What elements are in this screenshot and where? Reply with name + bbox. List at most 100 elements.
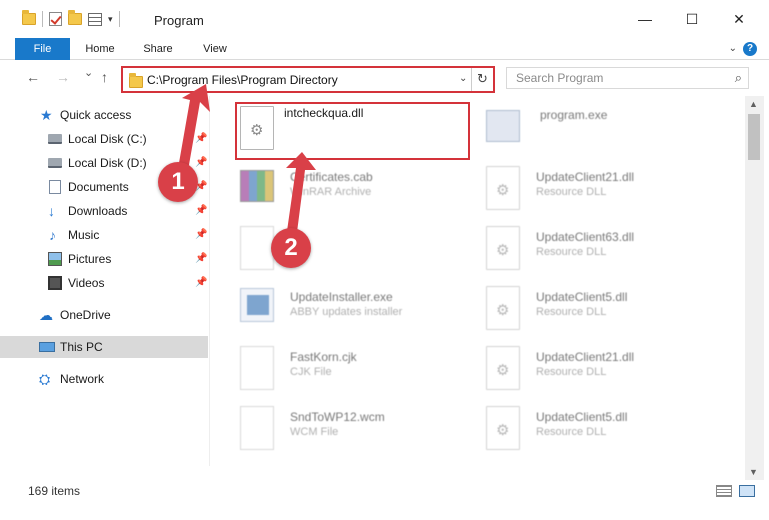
file-name: UpdateClient21.dll [536, 350, 635, 364]
file-item-updateclient5-dll-2[interactable]: UpdateClient5.dll Resource DLL [482, 400, 722, 456]
sidebar-item-music[interactable]: ♪ Music 📌 [0, 224, 208, 246]
item-count: 169 items [28, 484, 81, 498]
pin-icon[interactable]: 📌 [195, 205, 207, 216]
dll-file-icon [486, 406, 520, 450]
file-item-updateclient21-dll-2[interactable]: UpdateClient21.dll Resource DLL [482, 340, 722, 396]
file-item-updateclient21-dll[interactable]: UpdateClient21.dll Resource DLL [482, 160, 722, 216]
tab-file[interactable]: File [15, 38, 70, 60]
file-item-fastkorn-cjk[interactable]: FastKorn.cjk CJK File [236, 340, 476, 396]
sidebar-item-downloads[interactable]: ↓ Downloads 📌 [0, 200, 208, 222]
forward-arrow-icon[interactable]: → [56, 69, 70, 85]
sidebar-item-label: OneDrive [60, 308, 111, 322]
maximize-button[interactable]: ☐ [677, 6, 707, 32]
search-placeholder: Search Program [516, 71, 604, 85]
dll-file-icon [486, 286, 520, 330]
pin-icon[interactable]: 📌 [195, 277, 207, 288]
downloads-icon: ↓ [48, 203, 55, 219]
help-icon[interactable]: ? [743, 42, 757, 56]
tab-share[interactable]: Share [136, 38, 180, 60]
file-type: WinRAR Archive [290, 186, 372, 198]
sidebar-item-label: Quick access [60, 108, 132, 122]
file-name: UpdateClient5.dll [536, 290, 628, 304]
refresh-icon[interactable]: ↻ [471, 68, 493, 91]
file-name: UpdateClient63.dll [536, 230, 635, 244]
pin-icon[interactable]: 📌 [195, 133, 207, 144]
tab-view[interactable]: View [193, 38, 237, 60]
sidebar-item-this-pc[interactable]: This PC [0, 336, 208, 358]
file-name: Certificates.cab [290, 170, 373, 184]
large-icons-view-icon[interactable] [739, 485, 755, 497]
file-item-sndtowp12-wcm[interactable]: SndToWP12.wcm WCM File [236, 400, 476, 456]
details-view-icon[interactable] [716, 485, 732, 497]
file-type: Resource DLL [536, 426, 607, 438]
dll-file-icon [486, 226, 520, 270]
file-type: Resource DLL [536, 186, 607, 198]
customize-toolbar-dropdown-icon[interactable]: ▾ [108, 14, 113, 25]
file-name: SndToWP12.wcm [290, 410, 385, 424]
dll-file-icon [486, 346, 520, 390]
properties-check-icon[interactable] [49, 12, 62, 26]
sidebar-item-onedrive[interactable]: ☁ OneDrive [0, 304, 208, 326]
sidebar-item-label: Local Disk (D:) [68, 156, 147, 170]
sidebar-item-pictures[interactable]: Pictures 📌 [0, 248, 208, 270]
sidebar-item-label: Videos [68, 276, 105, 290]
step-badge-1: 1 [158, 162, 198, 202]
scrollbar-thumb[interactable] [748, 114, 760, 160]
file-item-certificates-cab[interactable]: Certificates.cab WinRAR Archive [236, 160, 476, 216]
expand-ribbon-icon[interactable]: ⌄ [729, 43, 737, 54]
pin-icon[interactable]: 📌 [195, 157, 207, 168]
videos-icon [48, 276, 62, 290]
sidebar-item-quick-access[interactable]: ★ Quick access [0, 104, 208, 126]
winrar-archive-icon [240, 170, 274, 202]
file-name: UpdateClient21.dll [536, 170, 635, 184]
new-folder-icon[interactable] [68, 10, 82, 25]
close-button[interactable]: ✕ [724, 6, 754, 32]
minimize-button[interactable]: — [630, 6, 660, 32]
highlight-box-dll [235, 102, 470, 160]
exe-file-icon [240, 288, 274, 322]
window-title: Program [154, 13, 204, 28]
navigation-pane: ★ Quick access Local Disk (C:) 📌 Local D… [0, 96, 210, 466]
address-dropdown-icon[interactable]: ⌄ [459, 73, 467, 84]
file-item-updateclient63-dll[interactable]: UpdateClient63.dll Resource DLL [482, 220, 722, 276]
pin-icon[interactable]: 📌 [195, 229, 207, 240]
folder-icon [22, 10, 36, 25]
file-icon [240, 226, 274, 270]
up-arrow-icon[interactable]: ↑ [101, 69, 108, 85]
file-type: ABBY updates installer [290, 306, 403, 318]
properties-icon[interactable] [88, 12, 102, 26]
program-exe-icon [486, 110, 520, 142]
vertical-scrollbar[interactable]: ▲ ▼ [745, 96, 764, 480]
file-item-updateinstaller-exe[interactable]: UpdateInstaller.exe ABBY updates install… [236, 280, 476, 336]
recent-locations-icon[interactable]: ⌄ [84, 66, 93, 79]
sidebar-item-label: Music [68, 228, 100, 242]
sidebar-item-local-disk-c[interactable]: Local Disk (C:) 📌 [0, 128, 208, 150]
tab-home[interactable]: Home [78, 38, 122, 60]
scroll-up-icon[interactable]: ▲ [749, 99, 758, 109]
pictures-icon [48, 252, 62, 266]
title-bar: ▾ Program — ☐ ✕ [0, 0, 769, 38]
scroll-down-icon[interactable]: ▼ [749, 467, 758, 477]
status-bar: 169 items [0, 480, 769, 520]
file-name: program.exe [540, 108, 608, 122]
file-item-program-exe[interactable]: program.exe [482, 100, 722, 156]
disk-icon [48, 134, 62, 144]
disk-icon [48, 158, 62, 168]
quick-access-toolbar: ▾ [22, 10, 120, 27]
sidebar-item-label: Pictures [68, 252, 112, 266]
sidebar-item-network[interactable]: ⛭ Network [0, 368, 208, 390]
file-name: UpdateClient5.dll [536, 410, 628, 424]
search-icon[interactable]: ⌕ [735, 70, 742, 86]
file-name: UpdateInstaller.exe [290, 290, 393, 304]
search-input[interactable]: Search Program ⌕ [506, 67, 749, 89]
network-icon: ⛭ [39, 371, 51, 387]
file-name: FastKorn.cjk [290, 350, 357, 364]
pin-icon[interactable]: 📌 [195, 253, 207, 264]
back-arrow-icon[interactable]: ← [26, 69, 40, 85]
address-path[interactable]: C:\Program Files\Program Directory [147, 73, 338, 87]
sidebar-item-label: Network [60, 372, 105, 386]
address-bar[interactable]: C:\Program Files\Program Directory ⌄ ↻ [121, 66, 495, 93]
ribbon-tabs: File Home Share View ⌄ ? [0, 38, 769, 60]
sidebar-item-videos[interactable]: Videos 📌 [0, 272, 208, 294]
file-item-updateclient5-dll[interactable]: UpdateClient5.dll Resource DLL [482, 280, 722, 336]
